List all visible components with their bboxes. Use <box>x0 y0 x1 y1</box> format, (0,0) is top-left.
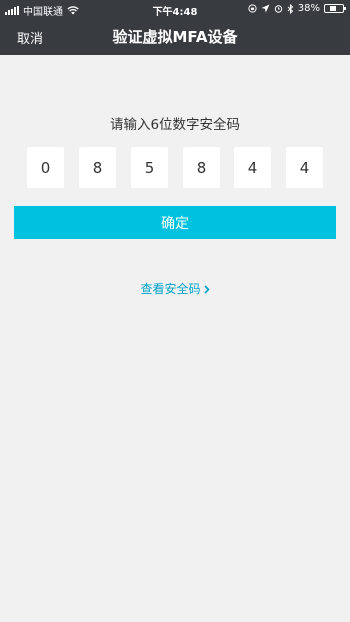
page-title: 验证虚拟MFA设备 <box>112 28 238 46</box>
confirm-button[interactable]: 确定 <box>14 206 336 239</box>
top-bar: 中国联通 下午4:48 38% 取消 验证虚拟MFA设备 <box>0 0 350 55</box>
view-security-code-label: 查看安全码 <box>140 282 201 296</box>
battery-fill <box>330 6 337 11</box>
view-security-code-link[interactable]: 查看安全码 <box>0 280 350 297</box>
bluetooth-icon <box>287 3 293 14</box>
code-digit-1[interactable]: 0 <box>27 147 64 188</box>
location-icon <box>261 4 270 13</box>
code-digit-4[interactable]: 8 <box>183 147 220 188</box>
battery-percent: 38% <box>297 3 320 14</box>
chevron-right-icon <box>203 285 210 294</box>
code-digit-3[interactable]: 5 <box>131 147 168 188</box>
code-digit-2[interactable]: 8 <box>79 147 116 188</box>
status-bar: 中国联通 下午4:48 38% <box>0 0 350 18</box>
orientation-lock-icon <box>248 4 257 13</box>
status-right: 38% <box>248 3 346 14</box>
code-digit-5[interactable]: 4 <box>234 147 271 188</box>
battery-icon <box>324 4 346 13</box>
alarm-icon <box>274 5 282 13</box>
code-input-row: 0 8 5 8 4 4 <box>0 147 350 188</box>
nav-bar: 取消 验证虚拟MFA设备 <box>0 18 350 55</box>
code-digit-6[interactable]: 4 <box>286 147 323 188</box>
code-prompt: 请输入6位数字安全码 <box>109 117 241 133</box>
